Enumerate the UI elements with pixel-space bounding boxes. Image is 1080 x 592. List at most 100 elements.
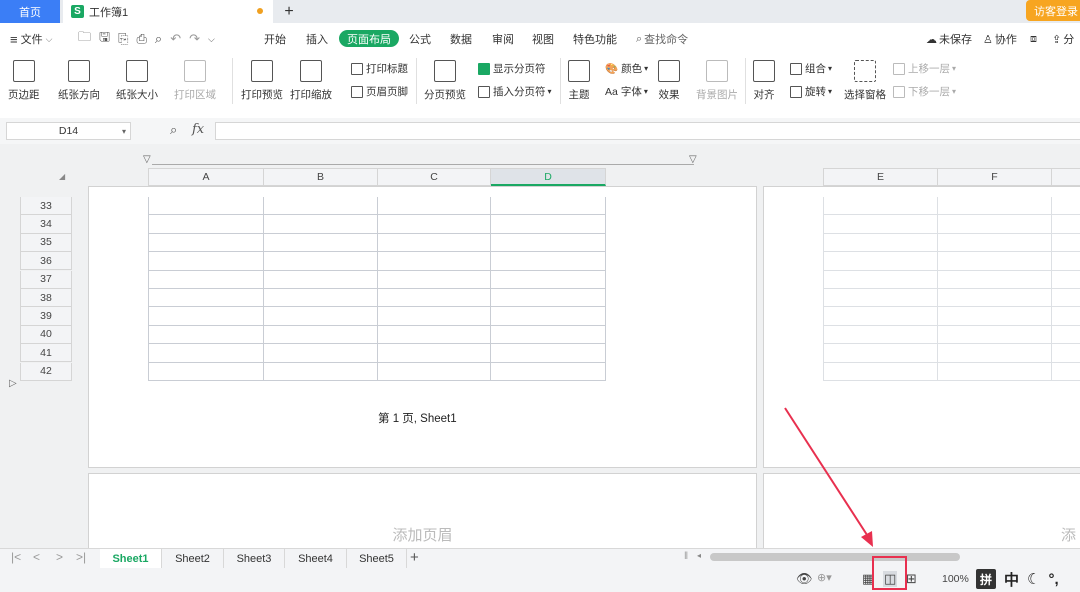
grid-cell[interactable]: [1052, 197, 1080, 216]
grid-cell[interactable]: [264, 325, 378, 345]
ime-moon-icon[interactable]: ☾: [1027, 570, 1040, 588]
grid-cell[interactable]: [378, 233, 491, 253]
grid-cell[interactable]: [938, 252, 1052, 271]
grid-cell[interactable]: [823, 197, 938, 216]
reading-mode-icon[interactable]: ⊕▾: [817, 571, 832, 584]
grid-cell[interactable]: [1052, 234, 1080, 253]
grid-cell[interactable]: [938, 289, 1052, 308]
grid-cell[interactable]: [823, 215, 938, 234]
menu-view[interactable]: 视图: [532, 28, 554, 50]
first-sheet-icon[interactable]: |<: [11, 550, 21, 564]
grid-cell[interactable]: [823, 307, 938, 326]
grid-cell[interactable]: [1052, 363, 1080, 381]
menu-formulas[interactable]: 公式: [409, 28, 431, 50]
command-search[interactable]: ⌕ 查找命令: [636, 28, 688, 50]
ime-punctuation-icon[interactable]: °,: [1048, 571, 1058, 588]
print-scaling-button[interactable]: 打印缩放: [290, 60, 332, 102]
grid-cell[interactable]: [264, 252, 378, 271]
collaborate-button[interactable]: ♙ 协作: [983, 28, 1017, 50]
fx-icon[interactable]: fx: [192, 122, 204, 137]
grid-cell[interactable]: [823, 270, 938, 289]
grid-cell[interactable]: [823, 344, 938, 363]
grid-cell[interactable]: [491, 307, 606, 326]
select-all-icon[interactable]: ◢: [59, 172, 65, 181]
ime-chinese-icon[interactable]: 中: [1004, 569, 1019, 590]
grid-cell[interactable]: [378, 197, 491, 216]
row-header[interactable]: 39: [20, 307, 72, 326]
grid-cell[interactable]: [1052, 215, 1080, 234]
grid-cell[interactable]: [148, 344, 264, 363]
grid-cell[interactable]: [491, 270, 606, 289]
grid-cell[interactable]: [148, 270, 264, 289]
align-button[interactable]: 对齐: [753, 60, 775, 102]
grid-cell[interactable]: [378, 325, 491, 345]
left-margin-marker-icon[interactable]: ▽: [143, 154, 151, 165]
send-backward-button[interactable]: 下移一层 ▾: [893, 84, 956, 99]
grid-cell[interactable]: [148, 307, 264, 326]
file-menu[interactable]: ≡ 文件 ⌵: [10, 28, 52, 50]
grid-cell[interactable]: [491, 289, 606, 308]
column-header-d[interactable]: D: [491, 168, 606, 186]
grid-cell[interactable]: [264, 197, 378, 216]
insert-page-break-button[interactable]: 插入分页符 ▾: [478, 84, 552, 99]
sheet-tab-1[interactable]: Sheet1: [100, 549, 162, 568]
ime-pinyin-icon[interactable]: 拼: [976, 569, 996, 589]
grid-cell[interactable]: [823, 362, 938, 381]
print-icon[interactable]: ⎙: [137, 31, 147, 47]
row-header[interactable]: 36: [20, 252, 72, 271]
fonts-button[interactable]: Aa 字体 ▾: [605, 84, 648, 99]
page-break-preview-button[interactable]: 分页预览: [424, 60, 466, 102]
grid-cell[interactable]: [148, 325, 264, 345]
background-image-button[interactable]: 背景图片: [696, 60, 738, 102]
grid-cell[interactable]: [823, 289, 938, 308]
grid-cell[interactable]: [938, 270, 1052, 289]
grid-cell[interactable]: [264, 270, 378, 289]
grid-cell[interactable]: [264, 362, 378, 381]
row-header[interactable]: 38: [20, 289, 72, 308]
grid-cell[interactable]: [264, 344, 378, 363]
grid-cell[interactable]: [148, 197, 264, 216]
grid-cell[interactable]: [378, 215, 491, 234]
grid-cell[interactable]: [148, 362, 264, 381]
row-header[interactable]: 35: [20, 233, 72, 253]
eye-protection-icon[interactable]: 👁: [796, 571, 813, 587]
name-box[interactable]: D14 ▾: [6, 122, 131, 140]
new-tab-button[interactable]: +: [279, 0, 299, 23]
sheet-tab-5[interactable]: Sheet5: [347, 549, 407, 568]
row-header[interactable]: 34: [20, 215, 72, 234]
next-sheet-icon[interactable]: >: [56, 550, 63, 564]
formula-input[interactable]: [215, 122, 1080, 140]
page-layout-view-icon[interactable]: ⊞: [906, 571, 917, 587]
cloud-status[interactable]: ☁ 未保存: [926, 28, 972, 50]
header-footer-button[interactable]: 页眉页脚: [351, 84, 408, 99]
top-margin-marker-icon[interactable]: ▷: [9, 378, 17, 389]
grid-cell[interactable]: [148, 252, 264, 271]
print-preview-button[interactable]: 打印预览: [241, 60, 283, 102]
export-icon[interactable]: ⎘: [118, 31, 128, 47]
last-sheet-icon[interactable]: >|: [76, 550, 86, 564]
column-header-c[interactable]: C: [378, 168, 491, 186]
menu-page-layout[interactable]: 页面布局: [339, 30, 399, 47]
print-titles-button[interactable]: 打印标题: [351, 61, 408, 76]
rotate-button[interactable]: 旋转 ▾: [790, 84, 832, 99]
grid-cell[interactable]: [1052, 271, 1080, 289]
sheet-tab-2[interactable]: Sheet2: [162, 549, 224, 568]
guest-login-button[interactable]: 访客登录: [1026, 0, 1080, 21]
grid-cell[interactable]: [1052, 344, 1080, 363]
grid-cell[interactable]: [148, 233, 264, 253]
show-page-breaks-checkbox[interactable]: 显示分页符: [478, 61, 546, 76]
customize-chevron-icon[interactable]: ⌵: [208, 34, 215, 45]
effects-button[interactable]: 效果: [658, 60, 680, 102]
row-header[interactable]: 40: [20, 325, 72, 345]
grid-cell[interactable]: [264, 215, 378, 234]
grid-cell[interactable]: [823, 233, 938, 253]
grid-cell[interactable]: [378, 252, 491, 271]
grid-cell[interactable]: [1052, 252, 1080, 271]
column-header-a[interactable]: A: [148, 168, 264, 186]
row-header[interactable]: 33: [20, 197, 72, 216]
sheet-tab-3[interactable]: Sheet3: [224, 549, 285, 568]
grid-cell[interactable]: [264, 289, 378, 308]
document-tab[interactable]: S 工作簿1: [63, 0, 273, 23]
grid-cell[interactable]: [938, 307, 1052, 326]
scroll-splitter-icon[interactable]: ‖: [684, 551, 688, 562]
